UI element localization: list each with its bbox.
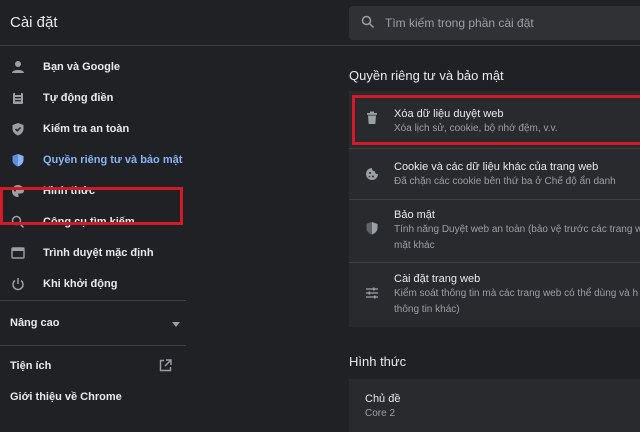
top-bar: Cài đặt <box>0 0 640 46</box>
advanced-toggle[interactable]: Nâng cao <box>10 317 180 329</box>
appearance-card: Chủ đề Core 2 <box>349 379 640 432</box>
sidebar-item-appearance[interactable]: Hình thức <box>0 176 190 206</box>
row-subtitle: Kiểm soát thông tin mà các trang web có … <box>394 288 639 299</box>
site-settings-row[interactable]: Cài đặt trang web Kiểm soát thông tin mà… <box>349 263 640 327</box>
security-row[interactable]: Bảo mật Tính năng Duyệt web an toàn (bảo… <box>349 200 640 262</box>
sidebar-item-label: Khi khởi động <box>43 278 118 290</box>
browser-icon <box>10 245 26 261</box>
power-icon <box>10 276 26 292</box>
sidebar: Bạn và Google Tự động điền Kiểm tra an t… <box>0 46 190 432</box>
sidebar-item-on-startup[interactable]: Khi khởi động <box>0 269 190 299</box>
shield-icon <box>365 221 381 237</box>
sidebar-item-safety-check[interactable]: Kiểm tra an toàn <box>0 114 190 144</box>
tune-icon <box>365 286 381 302</box>
search-icon <box>10 214 26 230</box>
theme-row[interactable]: Chủ đề Core 2 <box>349 379 640 432</box>
page-title: Cài đặt <box>10 14 58 31</box>
main-content: Quyền riêng tư và bảo mật Xóa dữ liệu du… <box>349 46 640 432</box>
extensions-label: Tiện ích <box>10 360 52 372</box>
palette-icon <box>10 183 26 199</box>
section-title-appearance: Hình thức <box>349 354 407 369</box>
sidebar-item-label: Công cụ tìm kiếm <box>43 216 135 228</box>
row-subtitle: Tính năng Duyệt web an toàn (bảo vệ trướ… <box>394 224 640 235</box>
row-title: Bảo mật <box>394 209 435 221</box>
divider <box>0 300 186 301</box>
about-chrome-link[interactable]: Giới thiệu về Chrome <box>10 391 122 403</box>
clipboard-icon <box>10 90 26 106</box>
sidebar-item-label: Hình thức <box>43 185 95 197</box>
sidebar-item-you-and-google[interactable]: Bạn và Google <box>0 52 190 82</box>
extensions-link[interactable]: Tiện ích <box>10 359 172 375</box>
cookie-icon <box>365 167 381 183</box>
row-subtitle: Xóa lịch sử, cookie, bộ nhớ đệm, v.v. <box>394 123 558 134</box>
privacy-card: Xóa dữ liệu duyệt web Xóa lịch sử, cooki… <box>349 91 640 327</box>
theme-title: Chủ đề <box>365 393 401 405</box>
sidebar-item-label: Quyền riêng tư và bảo mật <box>43 154 183 166</box>
search-icon <box>361 15 375 34</box>
search-box[interactable] <box>349 6 640 40</box>
chevron-down-icon <box>172 319 180 331</box>
sidebar-item-label: Bạn và Google <box>43 61 121 73</box>
shield-check-icon <box>10 121 26 137</box>
open-external-icon <box>159 359 172 375</box>
theme-value: Core 2 <box>365 408 396 419</box>
search-input[interactable] <box>385 6 635 40</box>
row-subtitle: Đã chặn các cookie bên thứ ba ở Chế độ ẩ… <box>394 176 616 187</box>
sidebar-item-label: Trình duyệt mặc định <box>43 247 154 259</box>
section-title-privacy: Quyền riêng tư và bảo mật <box>349 68 504 83</box>
row-subtitle-continued: thông tin khác) <box>394 304 460 315</box>
row-title: Xóa dữ liệu duyệt web <box>394 108 504 120</box>
sidebar-item-privacy-security[interactable]: Quyền riêng tư và bảo mật <box>0 145 190 175</box>
sidebar-item-label: Kiểm tra an toàn <box>43 123 130 135</box>
clear-browsing-data-row[interactable]: Xóa dữ liệu duyệt web Xóa lịch sử, cooki… <box>349 91 640 148</box>
sidebar-item-default-browser[interactable]: Trình duyệt mặc định <box>0 238 190 268</box>
trash-icon <box>365 111 381 127</box>
row-title: Cài đặt trang web <box>394 273 481 285</box>
cookies-row[interactable]: Cookie và các dữ liệu khác của trang web… <box>349 149 640 199</box>
row-title: Cookie và các dữ liệu khác của trang web <box>394 161 599 173</box>
row-subtitle-continued: mặt khác <box>394 240 435 251</box>
divider <box>0 345 186 346</box>
sidebar-item-search-engine[interactable]: Công cụ tìm kiếm <box>0 207 190 237</box>
advanced-label: Nâng cao <box>10 317 60 329</box>
sidebar-item-autofill[interactable]: Tự động điền <box>0 83 190 113</box>
sidebar-item-label: Tự động điền <box>43 92 114 104</box>
person-icon <box>10 59 26 75</box>
shield-icon <box>10 152 26 168</box>
